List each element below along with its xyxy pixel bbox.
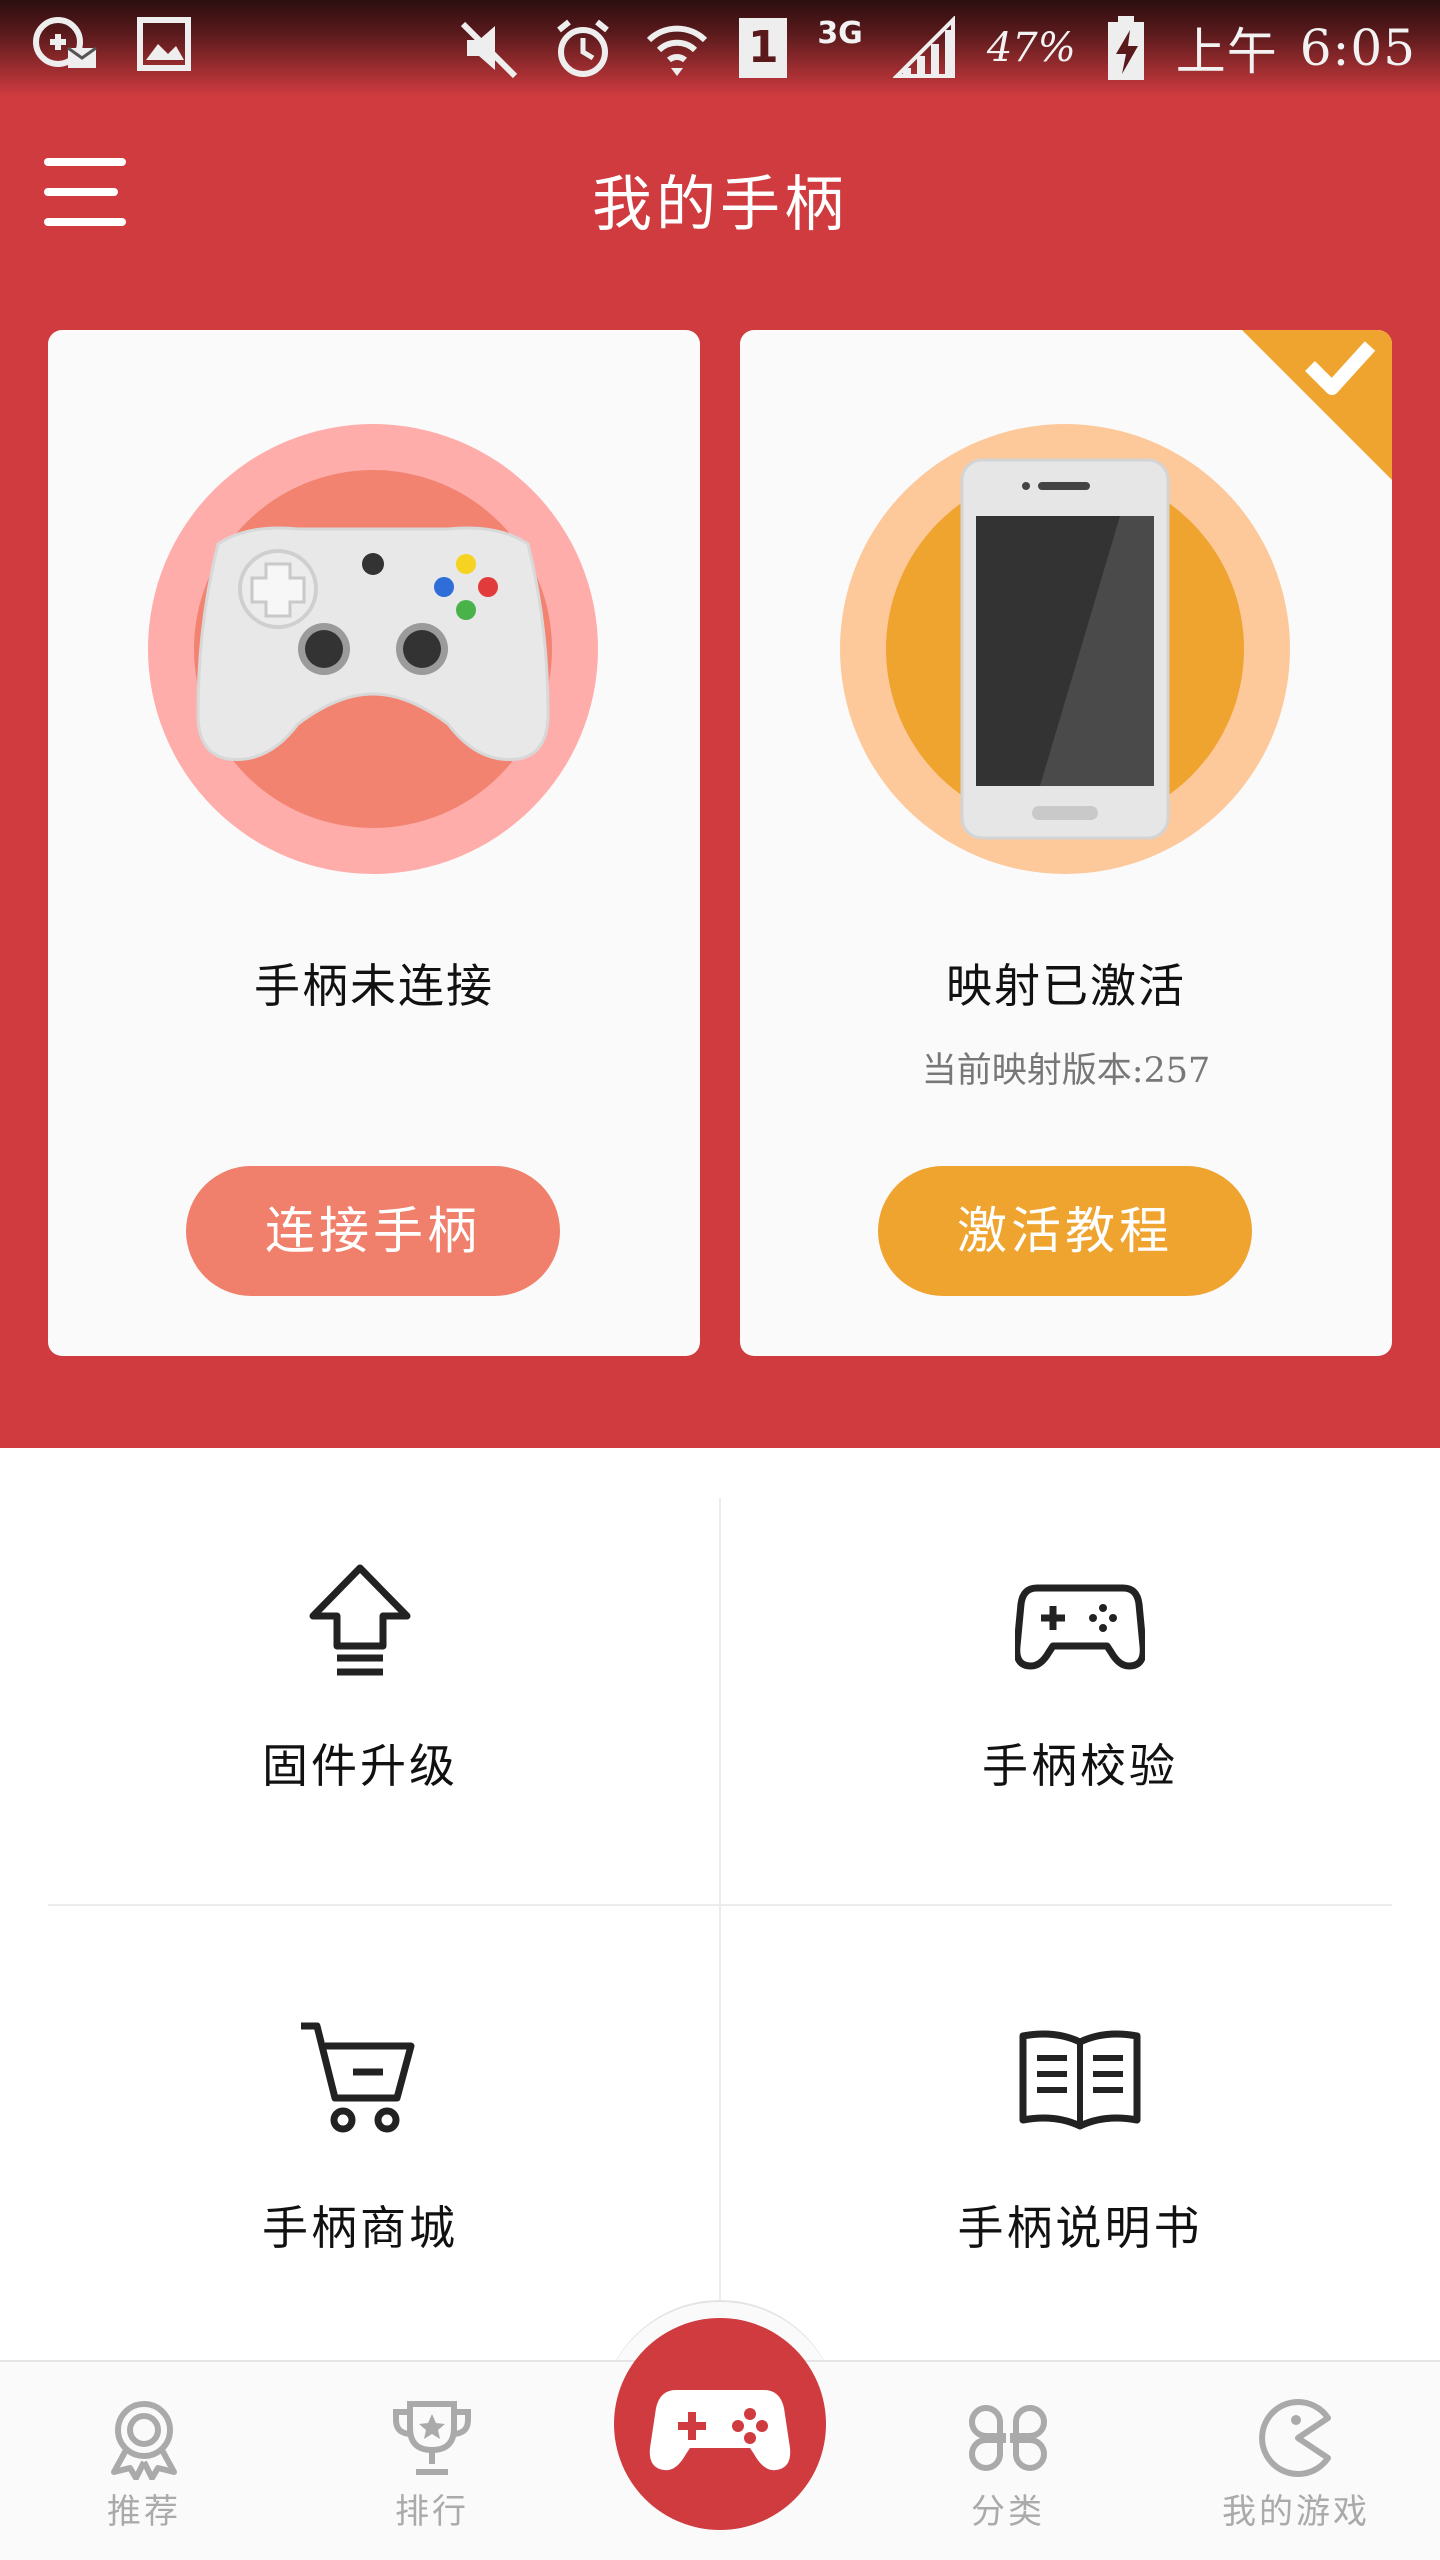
gamepad-store-label: 手柄商城: [262, 2201, 458, 2255]
trophy-icon: [393, 2401, 471, 2475]
clock: 6:05: [1299, 19, 1416, 77]
mapping-card: 映射已激活 当前映射版本:257 激活教程: [740, 330, 1392, 1356]
firmware-upgrade-item[interactable]: 固件升级: [0, 1448, 720, 1904]
nav-category-label: 分类: [971, 2492, 1045, 2532]
gamepad-home-button[interactable]: [614, 2318, 826, 2530]
nav-recommend-label: 推荐: [107, 2492, 181, 2532]
gamepad-store-item[interactable]: 手柄商城: [0, 1904, 720, 2360]
upload-arrow-icon: [309, 1564, 411, 1676]
battery-charging-icon: [1107, 16, 1144, 80]
nav-my-games-label: 我的游戏: [1222, 2492, 1370, 2532]
firmware-upgrade-label: 固件升级: [262, 1739, 458, 1793]
function-grid: 固件升级 手柄校验 手柄商城 手柄说明书: [0, 1448, 1440, 2360]
gamepad-icon: [196, 526, 550, 762]
gamepad-icon: [1015, 1584, 1145, 1670]
nav-recommend[interactable]: 推荐: [24, 2362, 264, 2560]
network-type: 3G: [817, 15, 863, 51]
nav-my-games[interactable]: 我的游戏: [1176, 2362, 1416, 2560]
gamepad-status: 手柄未连接: [254, 959, 494, 1013]
mute-icon: [461, 21, 518, 79]
sim-indicator: 1: [739, 18, 788, 78]
signal-icon: [892, 16, 955, 78]
connect-gamepad-button[interactable]: 连接手柄: [186, 1166, 560, 1296]
battery-percent: 47%: [986, 25, 1076, 71]
header-region: 1 3G 47% 上午 6:05 我的手柄 手柄未连接 连接手柄 映射已激活 当…: [0, 0, 1440, 1448]
alarm-icon: [557, 19, 610, 77]
gamepad-icon: [649, 2390, 791, 2471]
gamepad-manual-item[interactable]: 手柄说明书: [720, 1904, 1440, 2360]
app-bar: 我的手柄: [0, 96, 1440, 296]
four-leaf-icon: [969, 2405, 1047, 2471]
book-icon: [1019, 2030, 1141, 2130]
medal-icon: [111, 2401, 177, 2480]
gamepad-calibrate-item[interactable]: 手柄校验: [720, 1448, 1440, 1904]
page-title: 我的手柄: [592, 170, 848, 240]
status-bar: 1 3G 47% 上午 6:05: [0, 0, 1440, 96]
nav-ranking[interactable]: 排行: [312, 2362, 552, 2560]
gamepad-manual-label: 手柄说明书: [957, 2201, 1203, 2255]
gallery-icon: [137, 17, 191, 71]
wifi-icon: [647, 25, 708, 76]
time-period: 上午: [1175, 23, 1278, 81]
nav-ranking-label: 排行: [395, 2492, 469, 2532]
gamepad-illustration: [148, 424, 598, 874]
check-icon: [1242, 330, 1392, 480]
phone-icon: [960, 458, 1170, 840]
mapping-status: 映射已激活: [946, 959, 1186, 1013]
mapping-version: 当前映射版本:257: [921, 1051, 1211, 1091]
pacman-icon: [1259, 2399, 1331, 2477]
nav-category[interactable]: 分类: [888, 2362, 1128, 2560]
cart-icon: [301, 2022, 415, 2133]
gamepad-card: 手柄未连接 连接手柄: [48, 330, 700, 1356]
phone-illustration: [840, 424, 1290, 874]
activation-tutorial-button[interactable]: 激活教程: [878, 1166, 1252, 1296]
missed-call-icon: [33, 17, 97, 68]
gamepad-calibrate-label: 手柄校验: [982, 1739, 1178, 1793]
